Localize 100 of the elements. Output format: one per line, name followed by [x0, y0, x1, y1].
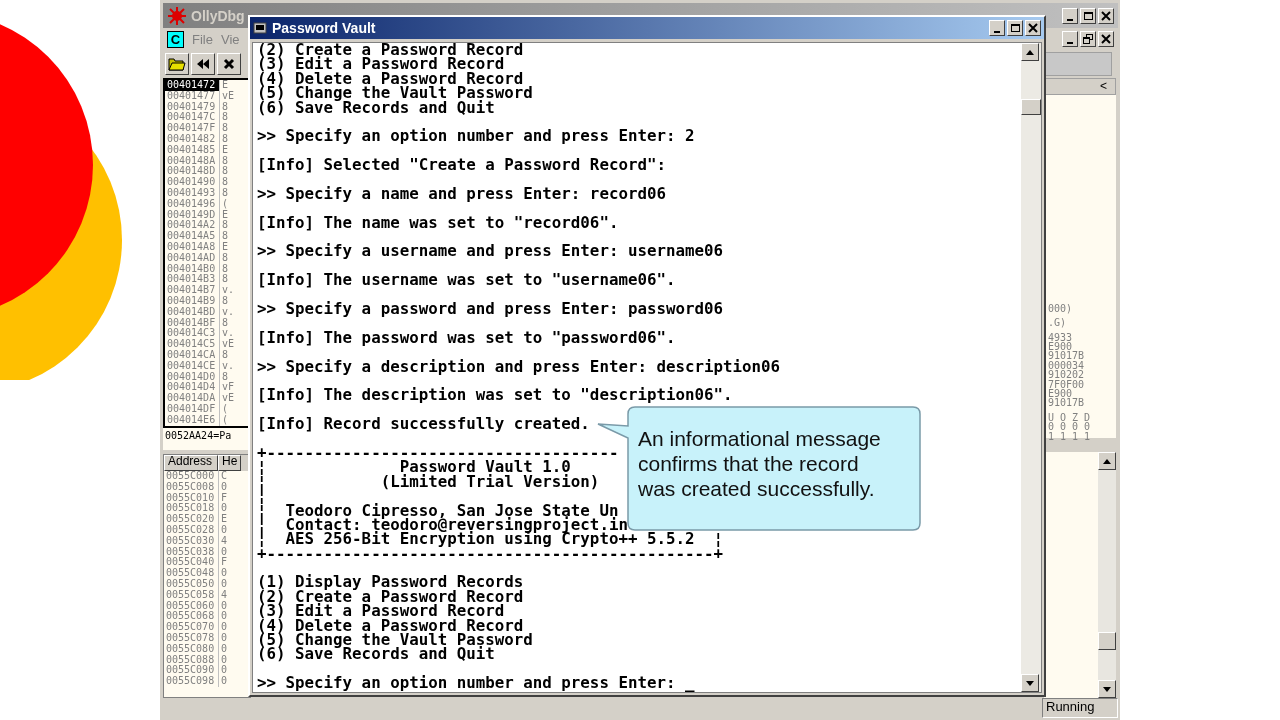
- console-line: >> Specify an option number and press Enter: 2: [257, 129, 695, 144]
- scroll-down-button[interactable]: [1098, 680, 1116, 698]
- address-cell[interactable]: 00401477: [165, 90, 219, 102]
- rewind-button[interactable]: [191, 53, 215, 75]
- address-cell[interactable]: 004014A8: [165, 241, 219, 253]
- close-icon: [1101, 10, 1111, 21]
- address-cell[interactable]: 004014B3: [165, 274, 219, 286]
- address-cell[interactable]: 00401482: [165, 134, 219, 145]
- address-cell[interactable]: 00401490: [165, 177, 219, 188]
- address-cell[interactable]: 004014B7: [165, 285, 219, 296]
- close-icon: [1028, 23, 1038, 33]
- code-cell: 8: [219, 263, 229, 275]
- address-cell-text: 0055C058: [165, 589, 216, 601]
- maximize-button[interactable]: [1007, 20, 1023, 36]
- address-cell-text: 0055C070: [165, 622, 216, 633]
- minimize-icon: [994, 31, 1000, 33]
- column-header[interactable]: Address: [164, 455, 218, 471]
- minimize-button[interactable]: [1062, 31, 1078, 47]
- address-cell-text: 0055C078: [165, 632, 216, 644]
- address-cell[interactable]: 004014CA: [165, 349, 219, 361]
- address-cell[interactable]: 00401485: [165, 144, 219, 156]
- console-line: +-------------------------------------: [257, 445, 619, 461]
- restore-icon: [1083, 34, 1093, 44]
- address-cell[interactable]: 0040148D: [165, 166, 219, 178]
- code-cell: 8: [219, 231, 229, 242]
- scrollbar[interactable]: [1098, 452, 1116, 698]
- address-cell[interactable]: 00401479: [165, 101, 219, 113]
- address-cell[interactable]: 00401496: [165, 198, 219, 210]
- code-cell: E: [219, 209, 229, 221]
- code-cell: 8: [219, 220, 229, 232]
- address-cell[interactable]: 004014AD: [165, 252, 219, 264]
- down-arrow-icon: [1103, 686, 1111, 692]
- scroll-thumb[interactable]: [1098, 632, 1116, 650]
- code-cell: E: [219, 144, 229, 156]
- console-line: >> Specify an option number and press Enter: _: [257, 676, 695, 691]
- hex-cell: 0: [218, 503, 228, 515]
- address-cell[interactable]: 004014CE: [165, 360, 219, 372]
- console-line: >> Specify a username and press Enter: username06: [257, 244, 724, 259]
- address-cell[interactable]: 00401472: [165, 80, 219, 91]
- close-button[interactable]: [1025, 20, 1041, 36]
- close-button[interactable]: [1098, 31, 1114, 47]
- address-cell[interactable]: 004014C3: [165, 328, 219, 340]
- address-cell[interactable]: 0040149D: [165, 209, 219, 221]
- open-button[interactable]: [165, 53, 189, 75]
- code-cell: (: [219, 414, 229, 426]
- scroll-down-button[interactable]: [1021, 674, 1039, 692]
- address-cell-text: 0055C008: [165, 481, 216, 493]
- console-line: ¦ AES 256-Bit Encryption using Crypto++ 5.5.2 ¦: [257, 532, 724, 547]
- scroll-up-button[interactable]: [1021, 43, 1039, 61]
- address-cell[interactable]: 00401493: [165, 187, 219, 199]
- code-cell: 8: [219, 123, 229, 134]
- pane-header[interactable]: <: [1044, 78, 1116, 95]
- code-cell: 8: [219, 274, 229, 286]
- address-cell-text: 0055C060: [165, 600, 216, 611]
- minimize-button[interactable]: [989, 20, 1005, 36]
- menu-item[interactable]: File: [192, 31, 213, 47]
- console-line: ¦ (Limited Trial Version): [257, 474, 600, 490]
- scroll-up-button[interactable]: [1098, 452, 1116, 470]
- address-cell[interactable]: 004014B0: [165, 263, 219, 275]
- register-text: 91017B: [1048, 351, 1086, 361]
- minimize-icon: [1067, 18, 1073, 21]
- code-cell: 8: [219, 252, 229, 264]
- restore-button[interactable]: [1080, 31, 1096, 47]
- address-cell[interactable]: 004014D0: [165, 371, 219, 383]
- column-header[interactable]: He: [218, 455, 242, 471]
- register-text: 4933: [1048, 332, 1074, 343]
- address-cell[interactable]: 004014DF: [165, 403, 219, 415]
- address-cell-text: 0055C028: [165, 525, 216, 536]
- address-cell[interactable]: 0040148A: [165, 155, 219, 167]
- address-cell[interactable]: 004014A5: [165, 231, 219, 242]
- address-cell[interactable]: 004014D4: [165, 382, 219, 394]
- hex-cell: 0: [218, 568, 228, 579]
- address-cell[interactable]: 0040147C: [165, 112, 219, 124]
- scrollbar[interactable]: [1021, 43, 1041, 692]
- register-text: 7F0F00: [1048, 379, 1086, 390]
- close-button[interactable]: [217, 53, 241, 75]
- address-cell[interactable]: 004014B9: [165, 295, 219, 307]
- console-line: (6) Save Records and Quit: [257, 100, 495, 115]
- maximize-button[interactable]: [1080, 7, 1096, 24]
- address-cell[interactable]: 004014A2: [165, 220, 219, 232]
- up-arrow-icon: [1026, 49, 1034, 55]
- menu-item[interactable]: Vie: [220, 31, 240, 47]
- address-cell[interactable]: 0040147F: [165, 123, 219, 134]
- code-cell: 8: [219, 187, 229, 199]
- address-cell[interactable]: 004014BF: [165, 317, 219, 329]
- rewind-icon: [196, 58, 210, 70]
- close-button[interactable]: [1098, 7, 1114, 24]
- app-icon[interactable]: C: [167, 30, 184, 48]
- scroll-thumb[interactable]: [1021, 99, 1041, 115]
- up-arrow-icon: [1103, 458, 1111, 464]
- address-cell[interactable]: 004014E6: [165, 414, 219, 426]
- code-cell: 8: [219, 295, 229, 307]
- code-cell: vF: [219, 382, 235, 394]
- address-cell[interactable]: 004014BD: [165, 306, 219, 318]
- hex-cell: 0: [218, 578, 228, 590]
- console-line: >> Specify a password and press Enter: password06: [257, 302, 724, 317]
- address-cell[interactable]: 004014C5: [165, 339, 219, 350]
- address-cell[interactable]: 004014DA: [165, 393, 219, 404]
- minimize-button[interactable]: [1062, 7, 1078, 24]
- code-cell: 8: [219, 166, 229, 178]
